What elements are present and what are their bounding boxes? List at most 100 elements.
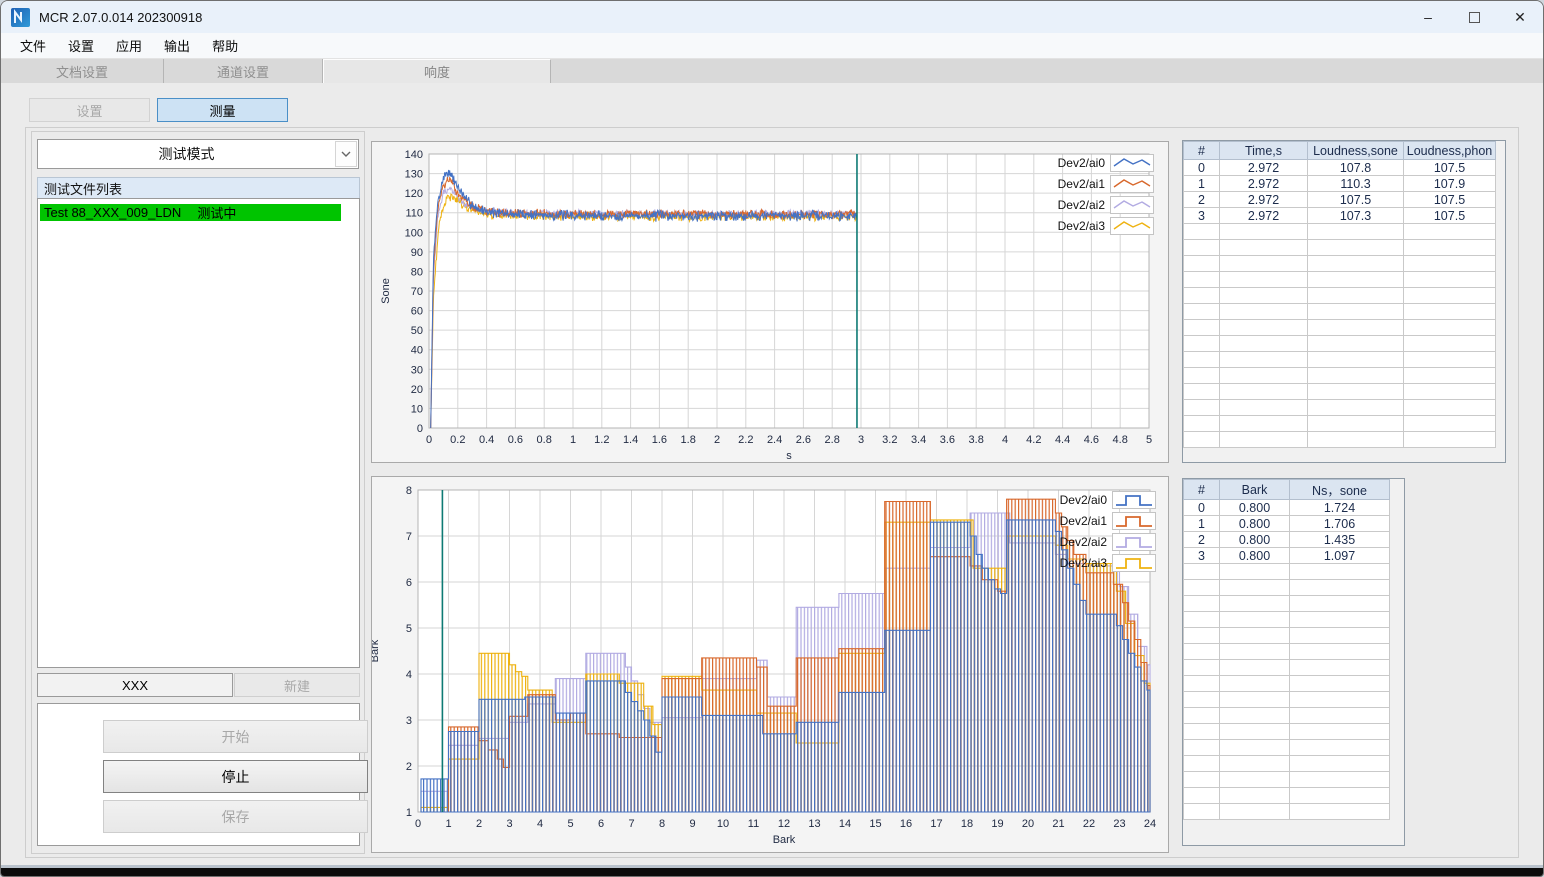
legend-entry-Dev2/ai2: Dev2/ai2 bbox=[1058, 194, 1154, 215]
svg-text:21: 21 bbox=[1052, 818, 1064, 830]
empty-row bbox=[1183, 255, 1496, 272]
xxx-button[interactable]: XXX bbox=[37, 673, 233, 697]
empty-row bbox=[1183, 351, 1496, 368]
svg-text:12: 12 bbox=[778, 818, 790, 830]
test-mode-dropdown[interactable]: 测试模式 bbox=[37, 139, 359, 169]
svg-text:80: 80 bbox=[411, 266, 423, 278]
legend-swatch bbox=[1112, 490, 1156, 509]
empty-row bbox=[1183, 643, 1390, 660]
svg-text:22: 22 bbox=[1083, 818, 1095, 830]
svg-text:4: 4 bbox=[1002, 434, 1008, 446]
test-file-list-header: 测试文件列表 bbox=[37, 177, 360, 198]
menu-item-2[interactable]: 应用 bbox=[105, 36, 153, 55]
svg-text:0.8: 0.8 bbox=[537, 434, 552, 446]
svg-text:8: 8 bbox=[659, 818, 665, 830]
close-button[interactable]: ✕ bbox=[1497, 1, 1543, 33]
menu-item-0[interactable]: 文件 bbox=[9, 36, 57, 55]
list-item-status: 测试中 bbox=[197, 206, 237, 221]
svg-text:2.6: 2.6 bbox=[796, 434, 811, 446]
empty-row bbox=[1183, 223, 1496, 240]
svg-text:23: 23 bbox=[1113, 818, 1125, 830]
empty-row bbox=[1183, 431, 1496, 448]
svg-text:5: 5 bbox=[406, 623, 412, 635]
app-logo-icon bbox=[11, 7, 30, 27]
column-header: Loudness,sone bbox=[1307, 141, 1404, 160]
save-button: 保存 bbox=[103, 800, 368, 833]
svg-text:100: 100 bbox=[405, 227, 423, 239]
svg-text:130: 130 bbox=[405, 169, 423, 181]
empty-row bbox=[1183, 771, 1390, 788]
svg-text:4.6: 4.6 bbox=[1084, 434, 1099, 446]
empty-row bbox=[1183, 399, 1496, 416]
svg-text:1.6: 1.6 bbox=[652, 434, 667, 446]
svg-text:40: 40 bbox=[411, 345, 423, 357]
tab-0[interactable]: 文档设置 bbox=[1, 59, 164, 83]
svg-text:4.4: 4.4 bbox=[1055, 434, 1070, 446]
svg-text:1: 1 bbox=[406, 807, 412, 819]
svg-text:7: 7 bbox=[406, 531, 412, 543]
table-row: 1 2.972 110.3 107.9 bbox=[1183, 175, 1496, 192]
window-title: MCR 2.07.0.014 202300918 bbox=[39, 9, 203, 25]
legend-swatch bbox=[1110, 216, 1154, 235]
data-grid: # Bark Ns，sone 0 0.800 1.724 1 0.800 1.706 2 0.800… bbox=[1183, 479, 1390, 820]
new-button[interactable]: 新建 bbox=[234, 673, 360, 697]
empty-row bbox=[1183, 415, 1496, 432]
svg-text:60: 60 bbox=[411, 306, 423, 318]
menu-item-1[interactable]: 设置 bbox=[57, 36, 105, 55]
legend-label: Dev2/ai0 bbox=[1057, 155, 1105, 170]
svg-text:7: 7 bbox=[628, 818, 634, 830]
maximize-button[interactable] bbox=[1451, 1, 1497, 33]
svg-text:4: 4 bbox=[406, 669, 412, 681]
screen-bottom-strip bbox=[1, 868, 1543, 876]
chevron-down-icon[interactable] bbox=[335, 141, 357, 167]
test-file-list: Test 88_XXX_009_LDN 测试中 bbox=[37, 198, 360, 668]
svg-text:11: 11 bbox=[748, 818, 759, 830]
svg-text:10: 10 bbox=[411, 403, 423, 415]
svg-text:90: 90 bbox=[411, 247, 423, 259]
svg-text:30: 30 bbox=[411, 364, 423, 376]
svg-text:6: 6 bbox=[406, 577, 412, 589]
tab-2[interactable]: 响度 bbox=[323, 59, 551, 83]
svg-text:2: 2 bbox=[714, 434, 720, 446]
svg-text:0: 0 bbox=[415, 818, 421, 830]
list-item-0[interactable]: Test 88_XXX_009_LDN 测试中 bbox=[40, 204, 341, 221]
legend-swatch bbox=[1110, 174, 1154, 193]
empty-row bbox=[1183, 803, 1390, 820]
svg-text:5: 5 bbox=[1146, 434, 1152, 446]
tab-1[interactable]: 通道设置 bbox=[164, 59, 323, 83]
svg-text:4: 4 bbox=[537, 818, 543, 830]
menu-bar: 文件 设置 应用 输出 帮助 bbox=[1, 33, 1543, 59]
legend-swatch bbox=[1110, 195, 1154, 214]
empty-row bbox=[1183, 787, 1390, 804]
tab-measure[interactable]: 测量 bbox=[157, 98, 288, 122]
empty-row bbox=[1183, 319, 1496, 336]
empty-row bbox=[1183, 239, 1496, 256]
column-header: Loudness,phon bbox=[1403, 141, 1496, 160]
svg-text:4.2: 4.2 bbox=[1026, 434, 1041, 446]
column-header: # bbox=[1183, 141, 1220, 160]
svg-text:0.6: 0.6 bbox=[508, 434, 523, 446]
svg-text:20: 20 bbox=[411, 384, 423, 396]
window-controls: – ✕ bbox=[1405, 1, 1543, 33]
svg-text:50: 50 bbox=[411, 325, 423, 337]
control-panel: 开始 停止 保存 bbox=[37, 703, 368, 846]
svg-text:0.4: 0.4 bbox=[479, 434, 494, 446]
svg-text:110: 110 bbox=[405, 208, 423, 220]
menu-item-4[interactable]: 帮助 bbox=[201, 36, 249, 55]
empty-row bbox=[1183, 303, 1496, 320]
menu-item-3[interactable]: 输出 bbox=[153, 36, 201, 55]
svg-text:15: 15 bbox=[869, 818, 881, 830]
title-bar: MCR 2.07.0.014 202300918 – ✕ bbox=[1, 1, 1543, 33]
loudness-time-chart-panel: 0 0.2 0.4 0.6 0.8 1 1.2 1.4 1.6 1.8 2 2.2 2.4 2.6 2.8 3… bbox=[371, 141, 1169, 463]
svg-text:70: 70 bbox=[411, 286, 423, 298]
tab-settings[interactable]: 设置 bbox=[29, 98, 150, 122]
list-item-name: Test 88_XXX_009_LDN bbox=[44, 205, 182, 220]
svg-text:3.8: 3.8 bbox=[969, 434, 984, 446]
minimize-button[interactable]: – bbox=[1405, 1, 1451, 33]
app-window: MCR 2.07.0.014 202300918 – ✕ 文件 设置 应用 输出 帮助 文… bbox=[0, 0, 1544, 877]
stop-button[interactable]: 停止 bbox=[103, 760, 368, 793]
svg-text:3.6: 3.6 bbox=[940, 434, 955, 446]
empty-row bbox=[1183, 739, 1390, 756]
column-header: Time,s bbox=[1219, 141, 1308, 160]
legend-entry-Dev2/ai1: Dev2/ai1 bbox=[1058, 173, 1154, 194]
